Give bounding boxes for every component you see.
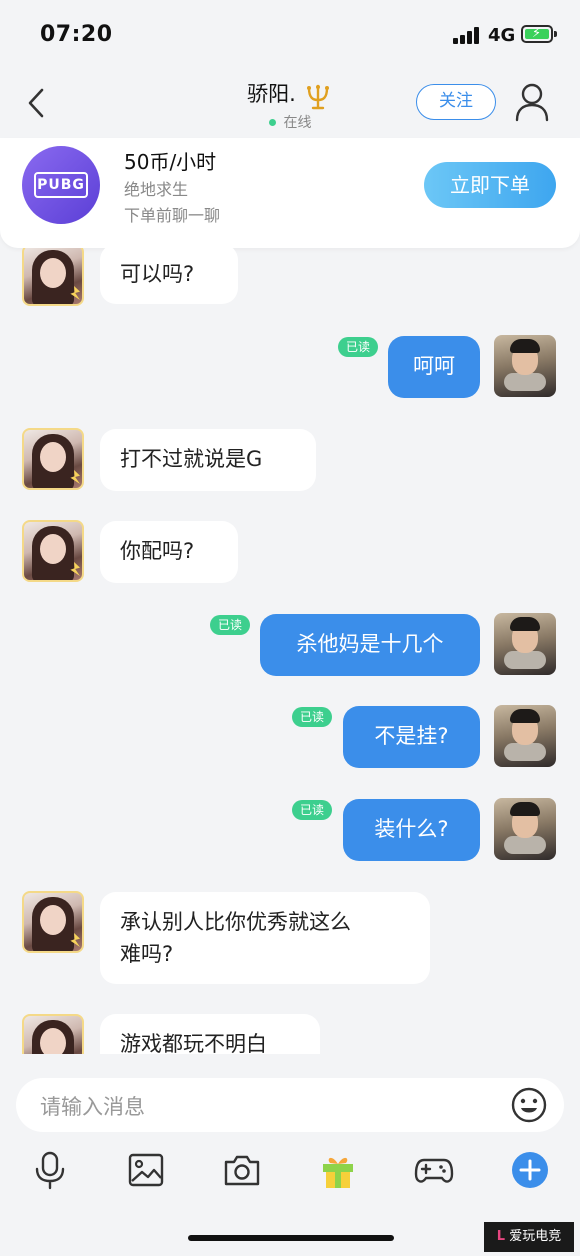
signal-icon <box>453 26 481 44</box>
status-time: 07:20 <box>40 22 113 47</box>
contact-avatar[interactable] <box>22 891 84 953</box>
camera-icon[interactable] <box>222 1150 262 1190</box>
plus-icon[interactable] <box>510 1150 550 1190</box>
my-avatar[interactable] <box>494 613 556 675</box>
battery-icon: ⚡ <box>521 25 557 43</box>
contact-avatar[interactable] <box>22 248 84 306</box>
game-logo: PUBG <box>22 146 100 224</box>
place-order-button[interactable]: 立即下单 <box>424 162 556 208</box>
game-name: 绝地求生 <box>124 180 189 199</box>
contact-name: 骄阳. <box>247 82 296 106</box>
price-text: 50币/小时 <box>124 150 217 174</box>
trident-badge-icon <box>306 84 329 109</box>
message-bubble: 杀他妈是十几个 <box>260 614 480 676</box>
image-icon[interactable] <box>126 1150 166 1190</box>
chat-header: 骄阳. 在线 关注 <box>0 70 580 138</box>
order-card: PUBG 50币/小时 绝地求生 下单前聊一聊 立即下单 <box>0 138 580 248</box>
read-badge: 已读 <box>292 800 333 820</box>
message-bubble: 不是挂? <box>343 706 480 768</box>
message-input[interactable]: 请输入消息 <box>16 1078 564 1132</box>
home-indicator <box>188 1235 394 1241</box>
contact-avatar[interactable] <box>22 428 84 490</box>
message-bubble: 装什么? <box>343 799 480 861</box>
contact-avatar[interactable] <box>22 520 84 582</box>
my-avatar[interactable] <box>494 798 556 860</box>
message-list[interactable]: 可以吗? 已读 呵呵 打不过就说是G 你配吗? 已读 杀他妈是十几个 已读 不是… <box>0 248 580 1054</box>
watermark-logo: L 爱玩电竞 <box>484 1222 574 1252</box>
message-bubble: 你配吗? <box>100 521 238 583</box>
status-bar: 07:20 4G ⚡ <box>0 0 580 70</box>
gamepad-icon[interactable] <box>414 1150 454 1190</box>
message-bubble: 承认别人比你优秀就这么 难吗? <box>100 892 430 984</box>
input-placeholder: 请输入消息 <box>40 1095 145 1119</box>
input-toolbar <box>0 1142 580 1202</box>
online-label: 在线 <box>283 114 312 131</box>
follow-button[interactable]: 关注 <box>416 84 496 120</box>
game-logo-text: PUBG <box>34 172 88 198</box>
read-badge: 已读 <box>338 337 379 357</box>
my-avatar[interactable] <box>494 335 556 397</box>
microphone-icon[interactable] <box>30 1150 70 1190</box>
message-bubble: 打不过就说是G <box>100 429 316 491</box>
watermark-text: 爱玩电竞 <box>509 1229 562 1244</box>
gift-icon[interactable] <box>318 1150 358 1190</box>
online-dot <box>268 119 276 126</box>
profile-icon[interactable] <box>514 82 550 122</box>
message-bubble: 呵呵 <box>388 336 480 398</box>
network-type: 4G <box>488 25 516 46</box>
contact-avatar[interactable] <box>22 1014 84 1054</box>
read-badge: 已读 <box>292 707 333 727</box>
order-hint: 下单前聊一聊 <box>124 206 221 225</box>
read-badge: 已读 <box>210 615 251 635</box>
message-bubble: 可以吗? <box>100 248 238 304</box>
emoji-icon[interactable] <box>510 1086 548 1124</box>
my-avatar[interactable] <box>494 705 556 767</box>
online-status: 在线 <box>0 112 580 132</box>
message-bubble: 游戏都玩不明白 <box>100 1014 320 1054</box>
